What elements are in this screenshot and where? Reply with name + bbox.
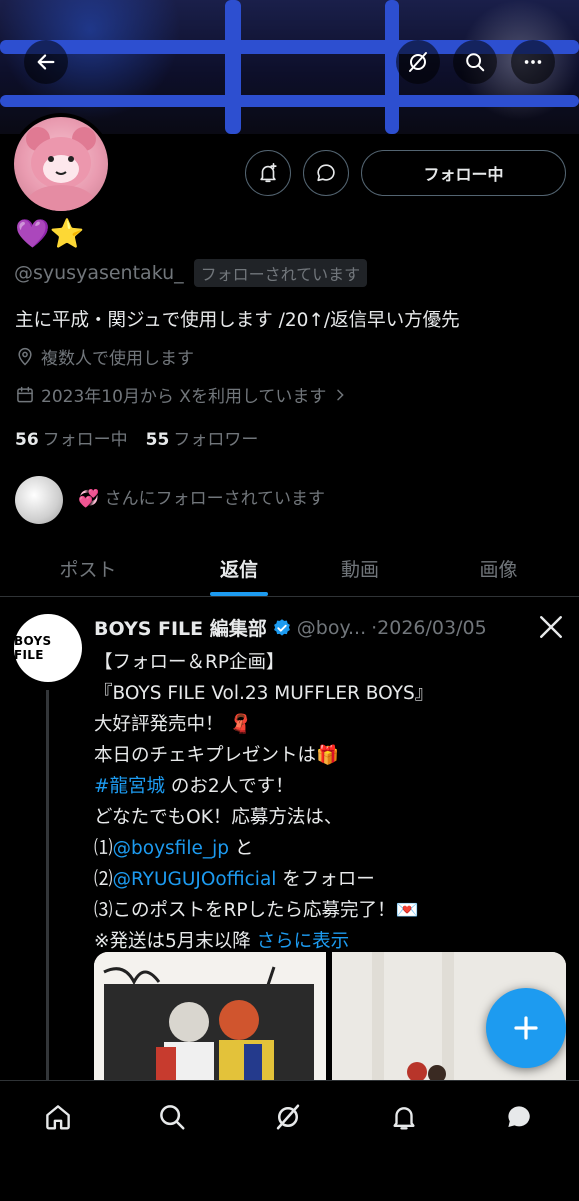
nav-grok[interactable]: [266, 1095, 310, 1139]
messages-icon: [508, 1106, 530, 1127]
followers-label: フォロワー: [173, 430, 259, 450]
post-line: ⑵@RYUGUJOofficial をフォロー: [94, 864, 433, 895]
search-button[interactable]: [453, 40, 497, 84]
thread-line: [46, 690, 49, 1080]
bottom-navigation: [0, 1080, 579, 1201]
post-author-avatar[interactable]: BOYS FILE: [14, 614, 82, 682]
more-button[interactable]: [511, 40, 555, 84]
mention-link[interactable]: @boysfile_jp: [113, 838, 229, 859]
profile-avatar[interactable]: [10, 113, 112, 215]
nav-notifications[interactable]: [382, 1095, 426, 1139]
mention-link[interactable]: @RYUGUJOofficial: [113, 869, 277, 890]
post-author-name[interactable]: BOYS FILE 編集部: [94, 614, 267, 641]
hashtag-link[interactable]: #龍宮城: [94, 776, 165, 797]
chevron-right-icon: [337, 389, 345, 400]
x-logo-icon: [540, 616, 562, 638]
following-count: 56: [15, 430, 39, 450]
post-line: 本日のチェキプレゼントは🎁: [94, 745, 340, 766]
tab-replies[interactable]: 返信: [176, 540, 302, 596]
post-line: 大好評発売中！ 🧣: [94, 714, 253, 735]
post-author-handle[interactable]: @boy...: [297, 617, 366, 639]
message-bubble-icon: [317, 164, 335, 182]
grok-icon: [276, 1104, 300, 1130]
followers-count: 55: [145, 430, 170, 450]
post-line-text: ※発送は5月末以降: [94, 931, 251, 952]
follows-you-badge: フォローされています: [193, 259, 368, 287]
followed-by-text[interactable]: 💞 さんにフォローされています: [78, 484, 325, 509]
handle-row: @syusyasentaku_ フォローされています: [14, 259, 368, 287]
search-icon: [160, 1105, 185, 1130]
post-line: ⑴@boysfile_jp と: [94, 833, 433, 864]
following-label: フォロー中: [42, 430, 128, 450]
follow-counts: 56 フォロー中 55 フォロワー: [15, 425, 258, 450]
nav-search[interactable]: [150, 1095, 194, 1139]
joined-text: 2023年10月から Xを利用しています: [41, 387, 327, 407]
banner-post: [225, 0, 241, 134]
message-button[interactable]: [303, 150, 349, 196]
compose-fab[interactable]: [486, 988, 566, 1068]
grok-post-button[interactable]: [538, 614, 564, 644]
location-pin-icon: [18, 347, 32, 366]
profile-bio: 主に平成・関ジュで使用します /20↑/返信早い方優先: [15, 310, 460, 331]
post-line-text: ⑵: [94, 869, 113, 890]
post-line-text: をフォロー: [276, 869, 375, 890]
display-name: 💜⭐: [15, 217, 85, 250]
notify-button[interactable]: [245, 150, 291, 196]
grok-slash-icon: [409, 52, 427, 72]
verified-badge-icon: [273, 618, 290, 636]
boys-file-logo: BOYS FILE: [14, 634, 52, 662]
location-text: 複数人で使用します: [41, 349, 194, 369]
bell-plus-icon: [260, 163, 277, 183]
post-line: 『BOYS FILE Vol.23 MUFFLER BOYS』: [94, 683, 434, 704]
post-line-text: ⑴: [94, 838, 113, 859]
post-body: 【フォロー＆RP企画】 『BOYS FILE Vol.23 MUFFLER BO…: [94, 647, 433, 957]
show-more-link[interactable]: さらに表示: [257, 931, 350, 952]
plus-icon: [514, 1016, 538, 1040]
follower-avatar[interactable]: [15, 476, 63, 524]
post-line: ⑶このポストをRPしたら応募完了！💌: [94, 900, 419, 921]
following-button[interactable]: フォロー中: [361, 150, 566, 196]
nav-home[interactable]: [36, 1095, 80, 1139]
post-line-text: のお2人です！: [165, 776, 294, 797]
location-row: 複数人で使用します: [15, 344, 194, 369]
tab-posts[interactable]: ポスト: [0, 540, 176, 596]
ellipsis-icon: [524, 60, 542, 64]
search-icon: [466, 53, 485, 72]
calendar-icon: [17, 386, 33, 402]
bear-illustration: [26, 127, 96, 211]
joined-row[interactable]: 2023年10月から Xを利用しています: [15, 382, 348, 407]
back-button[interactable]: [24, 40, 68, 84]
photo-cheki-image: [94, 952, 326, 1080]
post-image-1[interactable]: [94, 952, 326, 1080]
banner-rail: [0, 95, 579, 107]
post-line: #龍宮城 のお2人です！: [94, 771, 433, 802]
user-handle: @syusyasentaku_: [14, 262, 184, 284]
active-tab-indicator: [210, 592, 268, 596]
notifications-icon: [393, 1107, 415, 1130]
post-line: 【フォロー＆RP企画】: [94, 652, 285, 673]
grok-button[interactable]: [396, 40, 440, 84]
avatar-image: [14, 117, 108, 211]
tab-images[interactable]: 画像: [418, 540, 579, 596]
home-icon: [46, 1105, 70, 1130]
post-header: BOYS FILE 編集部 @boy... ·2026/03/05: [94, 614, 487, 641]
post-date: ·2026/03/05: [371, 616, 487, 639]
nav-messages[interactable]: [497, 1095, 541, 1139]
arrow-left-icon: [37, 54, 55, 70]
following-count-link[interactable]: 56 フォロー中: [15, 425, 128, 450]
tab-videos[interactable]: 動画: [302, 540, 418, 596]
post-line-text: と: [228, 838, 254, 859]
post-line: どなたでもOK！応募方法は、: [94, 807, 343, 828]
profile-tabs: ポスト 返信 動画 画像: [0, 540, 579, 597]
followers-count-link[interactable]: 55 フォロワー: [146, 425, 259, 450]
